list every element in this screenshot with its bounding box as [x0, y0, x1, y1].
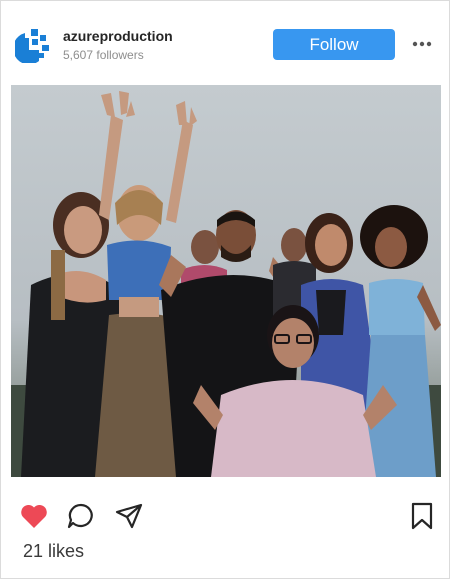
username[interactable]: azureproduction [63, 28, 173, 45]
heart-icon[interactable] [19, 501, 49, 531]
follow-button[interactable]: Follow [273, 29, 395, 60]
bookmark-icon[interactable] [407, 501, 437, 531]
post-header: azureproduction 5,607 followers Follow [1, 1, 450, 85]
azure-logo-icon[interactable] [13, 25, 53, 65]
post-actions [1, 477, 450, 537]
like-count[interactable]: 21 likes [23, 541, 84, 562]
more-options-icon[interactable] [411, 37, 433, 51]
follower-count: 5,607 followers [63, 48, 144, 62]
comment-icon[interactable] [66, 501, 96, 531]
share-icon[interactable] [114, 501, 144, 531]
account-info: azureproduction 5,607 followers [63, 28, 173, 63]
post-photo[interactable] [11, 85, 441, 477]
post-card: azureproduction 5,607 followers Follow 2… [0, 0, 450, 579]
